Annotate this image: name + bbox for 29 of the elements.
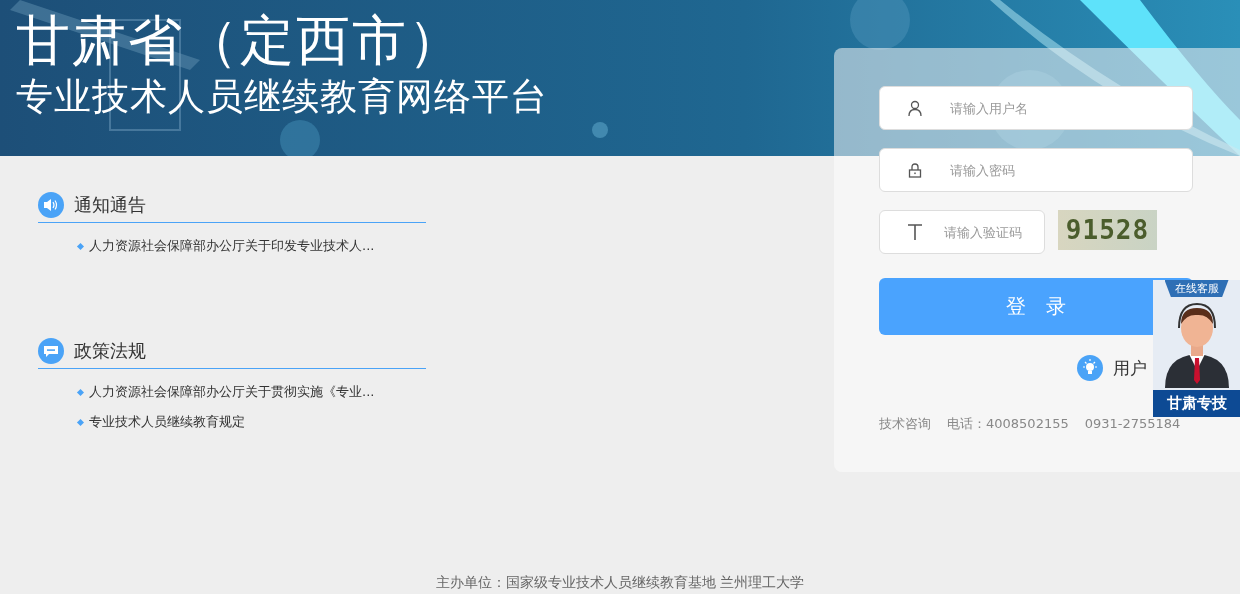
bullet-icon [76,242,85,250]
contact-label: 技术咨询 [879,416,931,431]
speaker-icon [38,192,64,218]
captcha-image[interactable]: 91528 [1058,210,1157,250]
lock-icon [907,162,923,178]
username-field[interactable]: 请输入用户名 [879,86,1193,130]
customer-service-popup[interactable]: 在线客服 甘肃专技 [1153,280,1240,417]
lightbulb-icon [1077,355,1103,381]
phone-number: 0931-2755184 [1084,416,1181,431]
section-title: 通知通告 [74,193,146,217]
phone-number: 4008502155 [986,416,1069,431]
captcha-field[interactable]: 请输入验证码 [879,210,1045,254]
user-guide-link[interactable]: 用户 [1113,356,1147,380]
site-subtitle: 专业技术人员继续教育网络平台 [16,74,548,120]
article-link[interactable]: 人力资源社会保障部办公厅关于贯彻实施《专业... [89,383,375,401]
phone-label: 电话： [947,416,986,431]
section-title: 政策法规 [74,339,146,363]
footer-text: 主办单位：国家级专业技术人员继续教育基地 兰州理工大学 [434,574,806,592]
bullet-icon [76,418,85,426]
article-link[interactable]: 人力资源社会保障部办公厅关于印发专业技术人... [89,237,375,255]
text-icon [907,223,923,241]
password-field[interactable]: 请输入密码 [879,148,1193,192]
chat-icon [38,338,64,364]
service-label: 甘肃专技 [1153,390,1240,417]
site-title: 甘肃省（定西市） [16,8,464,74]
article-link[interactable]: 专业技术人员继续教育规定 [89,413,245,431]
bullet-icon [76,388,85,396]
service-tab: 在线客服 [1164,280,1229,297]
user-icon [907,100,923,116]
